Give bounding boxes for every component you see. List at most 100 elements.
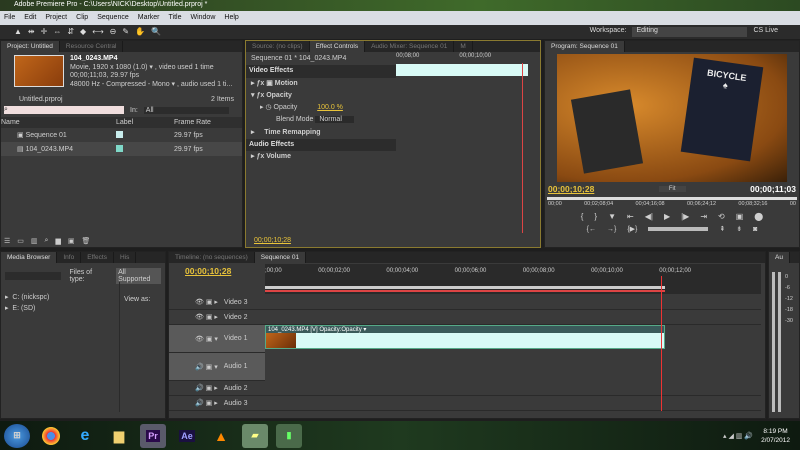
menu-file[interactable]: File <box>4 14 15 22</box>
find-icon[interactable]: ⌕ <box>45 237 49 245</box>
opacity-value[interactable]: 100.0 % <box>317 104 343 111</box>
tab-media-browser[interactable]: Media Browser <box>1 252 58 263</box>
mark-in-button[interactable]: { <box>581 212 584 221</box>
mark-out-button[interactable]: } <box>594 212 597 221</box>
menu-help[interactable]: Help <box>224 14 238 22</box>
chrome-icon[interactable] <box>42 426 60 445</box>
fit-select[interactable]: Fit <box>658 186 686 192</box>
go-to-in-button[interactable]: ⇤ <box>627 212 634 221</box>
new-item-icon[interactable]: ▣ <box>68 237 75 245</box>
track-video-1[interactable]: 👁 ▣ ▾ Video 1 <box>169 325 265 353</box>
ec-playhead[interactable] <box>522 63 523 233</box>
export-frame-button[interactable]: ◙ <box>753 226 757 233</box>
go-to-next-edit-button[interactable]: →} <box>607 226 616 233</box>
tab-resource-central[interactable]: Resource Central <box>60 41 124 52</box>
drive-c[interactable]: ▸ C: (nickspc) <box>5 292 49 303</box>
workspace-select[interactable]: Editing <box>632 27 748 37</box>
effect-volume[interactable]: ▸ ƒx Volume <box>246 151 396 163</box>
timeline-timecode[interactable]: 00;00;10;28 <box>185 266 231 276</box>
menu-title[interactable]: Title <box>169 14 182 22</box>
icon-view-icon[interactable]: ▭ <box>17 237 24 245</box>
list-view-icon[interactable]: ☰ <box>4 237 10 245</box>
timeline-playhead[interactable] <box>660 276 662 411</box>
jog-shuttle[interactable] <box>648 227 709 231</box>
tab-audio-mixer[interactable]: Audio Mixer: Sequence 01 <box>365 41 455 52</box>
track-video-3[interactable]: 👁 ▣ ▸ Video 3 <box>169 295 761 310</box>
explorer-icon[interactable]: ▆ <box>106 424 132 448</box>
menu-marker[interactable]: Marker <box>138 14 160 22</box>
trash-icon[interactable]: 🗑 <box>81 237 90 245</box>
menu-clip[interactable]: Clip <box>76 14 88 22</box>
rolling-edit-tool-icon[interactable]: ⇔ <box>53 27 61 37</box>
project-row[interactable]: ▤ 104_0243.MP4 29.97 fps <box>1 142 242 156</box>
ripple-edit-tool-icon[interactable]: ✛ <box>41 27 48 37</box>
menu-project[interactable]: Project <box>45 14 67 22</box>
tab-effect-controls[interactable]: Effect Controls <box>309 41 366 52</box>
tab-effects[interactable]: Effects <box>81 252 114 263</box>
pen-tool-icon[interactable]: ✎ <box>122 27 129 37</box>
lift-button[interactable]: ⇞ <box>719 225 725 233</box>
project-row[interactable]: ▣ Sequence 01 29.97 fps <box>1 128 242 142</box>
vlc-icon[interactable]: ▲ <box>208 424 234 448</box>
track-audio-3[interactable]: 🔊 ▣ ▸ Audio 3 <box>169 396 761 411</box>
hand-tool-icon[interactable]: ✋ <box>135 27 145 37</box>
clock-date[interactable]: 2/07/2012 <box>761 436 790 445</box>
effect-motion[interactable]: ▸ ƒx ▣ Motion <box>246 78 396 90</box>
effect-opacity[interactable]: ▾ ƒx Opacity <box>246 90 396 102</box>
location-select[interactable] <box>5 272 62 280</box>
sticky-notes-icon[interactable]: ▰ <box>242 423 268 448</box>
automate-icon[interactable]: ▥ <box>31 237 38 245</box>
track-video-2[interactable]: 👁 ▣ ▸ Video 2 <box>169 310 761 325</box>
blend-mode-select[interactable]: Normal <box>315 116 354 124</box>
files-of-type-select[interactable]: All Supported <box>116 268 161 284</box>
drive-e[interactable]: ▸ E: (SD) <box>5 303 49 314</box>
program-current-timecode[interactable]: 00;00;10;28 <box>548 184 594 194</box>
tab-source[interactable]: Source: (no clips) <box>246 41 310 52</box>
razor-tool-icon[interactable]: ◆ <box>80 27 86 37</box>
in-select[interactable]: All <box>143 106 229 114</box>
track-select-tool-icon[interactable]: ⇹ <box>28 27 35 37</box>
clock-time[interactable]: 8:19 PM <box>761 427 790 436</box>
col-name[interactable]: Name <box>1 119 116 126</box>
work-area-bar[interactable] <box>265 286 665 289</box>
tab-project[interactable]: Project: Untitled <box>1 41 60 52</box>
slide-tool-icon[interactable]: ⊖ <box>110 27 117 37</box>
tab-more[interactable]: M <box>454 41 473 52</box>
col-frame-rate[interactable]: Frame Rate <box>174 119 211 126</box>
menu-window[interactable]: Window <box>190 14 215 22</box>
output-button[interactable]: ⬤ <box>754 212 763 221</box>
after-effects-icon[interactable]: Ae <box>179 429 195 442</box>
play-in-out-button[interactable]: {▶} <box>627 225 637 233</box>
go-to-prev-edit-button[interactable]: {← <box>587 226 596 233</box>
track-audio-2[interactable]: 🔊 ▣ ▸ Audio 2 <box>169 381 761 396</box>
effect-time-remapping[interactable]: ▸ Time Remapping <box>246 127 396 139</box>
tab-info[interactable]: Info <box>57 252 82 263</box>
new-bin-icon[interactable]: ▆ <box>55 237 60 245</box>
ie-icon[interactable]: e <box>72 424 98 448</box>
project-search-input[interactable]: ⌕ <box>4 106 124 114</box>
selection-tool-icon[interactable]: ▲ <box>14 27 22 37</box>
slip-tool-icon[interactable]: ⟷ <box>92 27 103 37</box>
zoom-tool-icon[interactable]: 🔍 <box>151 27 161 37</box>
tab-history[interactable]: His <box>114 252 137 263</box>
step-forward-button[interactable]: |▶ <box>681 212 689 221</box>
safe-margins-button[interactable]: ▣ <box>736 212 744 221</box>
tab-timeline-empty[interactable]: Timeline: (no sequences) <box>169 252 255 263</box>
add-marker-button[interactable]: ▼ <box>608 212 616 221</box>
premiere-icon[interactable]: Pr <box>146 429 160 442</box>
extract-button[interactable]: ⇟ <box>736 225 742 233</box>
play-button[interactable]: ▶ <box>664 212 670 221</box>
go-to-out-button[interactable]: ⇥ <box>700 212 707 221</box>
app-icon[interactable]: ▮ <box>276 423 302 448</box>
rate-stretch-tool-icon[interactable]: ⇵ <box>67 27 74 37</box>
start-button[interactable]: ⊞ <box>4 423 30 448</box>
menu-edit[interactable]: Edit <box>24 14 36 22</box>
menu-sequence[interactable]: Sequence <box>97 14 129 22</box>
loop-button[interactable]: ⟲ <box>718 212 725 221</box>
track-audio-1[interactable]: 🔊 ▣ ▾ Audio 1 <box>169 353 265 381</box>
tab-audio-meters[interactable]: Au <box>769 252 790 263</box>
video-clip[interactable]: 104_0243.MP4 [V] Opacity:Opacity ▾ <box>265 325 665 349</box>
tab-program[interactable]: Program: Sequence 01 <box>545 41 625 52</box>
cs-live-button[interactable]: CS Live <box>753 27 778 37</box>
col-label[interactable]: Label <box>116 119 174 126</box>
